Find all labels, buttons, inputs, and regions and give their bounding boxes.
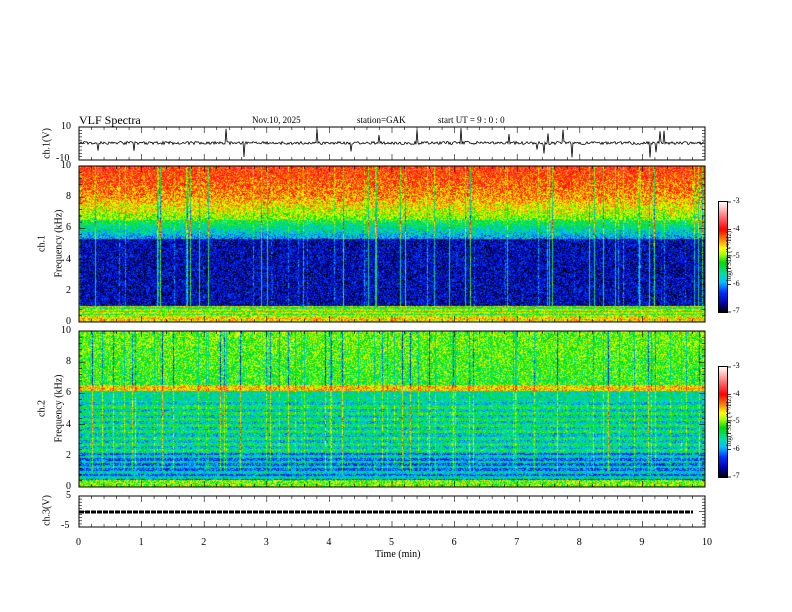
colorbar-tick-label: -7 bbox=[733, 471, 740, 480]
x-tick-label: 6 bbox=[451, 537, 457, 548]
x-tick-label: 8 bbox=[576, 537, 582, 548]
colorbar-tick-label: -6 bbox=[733, 278, 740, 288]
ch1-spec-ylabel: Frequency (kHz) bbox=[53, 209, 65, 278]
ch2_spec-ytick: 0 bbox=[66, 481, 71, 492]
panel-frame bbox=[78, 165, 706, 323]
ch1-wave-ylabel: ch.1(V) bbox=[41, 128, 53, 159]
ch1_spec-ytick: 4 bbox=[66, 253, 71, 265]
ch1_spec-ytick: 6 bbox=[66, 222, 71, 234]
colorbar-tick-label: -4 bbox=[733, 388, 740, 398]
x-tick-label: 7 bbox=[514, 537, 520, 548]
ch2_spec-ytick: 4 bbox=[66, 418, 71, 430]
axes-layer bbox=[78, 126, 731, 528]
ch2-spec-ylabel-top: ch.2 bbox=[36, 400, 48, 417]
colorbar-tick-label: -3 bbox=[733, 196, 740, 205]
ch2_spec-ytick: 8 bbox=[66, 356, 71, 368]
x-tick-label: 1 bbox=[138, 537, 144, 548]
panel-frame bbox=[78, 330, 706, 488]
ch1-spec-ylabel-top: ch.1 bbox=[36, 235, 48, 252]
ch3-wave-ylabel: ch.3(V) bbox=[41, 495, 53, 526]
x-tick-label: 5 bbox=[389, 537, 394, 548]
x-tick-label: 0 bbox=[76, 537, 81, 548]
colorbar-tick-label: -5 bbox=[733, 251, 740, 260]
x-tick-label: 3 bbox=[263, 537, 269, 548]
ch2_spec-ytick: 10 bbox=[61, 325, 71, 336]
x-tick-label: 4 bbox=[326, 537, 332, 548]
vlf-spectra-figure: VLF Spectra Nov.10, 2025 station=GAK sta… bbox=[0, 0, 792, 612]
ch1_spec-ytick: 2 bbox=[66, 284, 71, 296]
x-axis-label: Time (min) bbox=[375, 549, 421, 560]
colorbar-tick-label: -7 bbox=[733, 306, 740, 315]
ch1-waveform-line bbox=[78, 128, 705, 158]
ch2_spec-ytick: 6 bbox=[66, 387, 71, 399]
ch1_spec-ytick: 8 bbox=[66, 191, 71, 203]
colorbar-tick-label: -5 bbox=[733, 416, 740, 425]
x-tick-label: 2 bbox=[201, 537, 207, 548]
ch2_spec-ytick: 2 bbox=[66, 449, 71, 461]
ch1_spec-ytick: 10 bbox=[61, 160, 71, 171]
colorbar-tick-label: -3 bbox=[733, 361, 740, 370]
ch1-colorbar-label: log(PSD) (V²/Hz) bbox=[725, 230, 734, 282]
x-tick-label: 9 bbox=[639, 537, 645, 548]
ch2-colorbar-label: log(PSD) (V²/Hz) bbox=[725, 395, 734, 447]
ch2-spec-ylabel: Frequency (kHz) bbox=[53, 374, 65, 443]
ch1-ytick-top: 10 bbox=[61, 121, 71, 132]
ch3-ytick-bottom: -5 bbox=[61, 520, 70, 531]
colorbar-tick-label: -4 bbox=[733, 223, 740, 233]
colorbar-tick-label: -6 bbox=[733, 443, 740, 453]
x-tick-label: 10 bbox=[702, 537, 712, 548]
